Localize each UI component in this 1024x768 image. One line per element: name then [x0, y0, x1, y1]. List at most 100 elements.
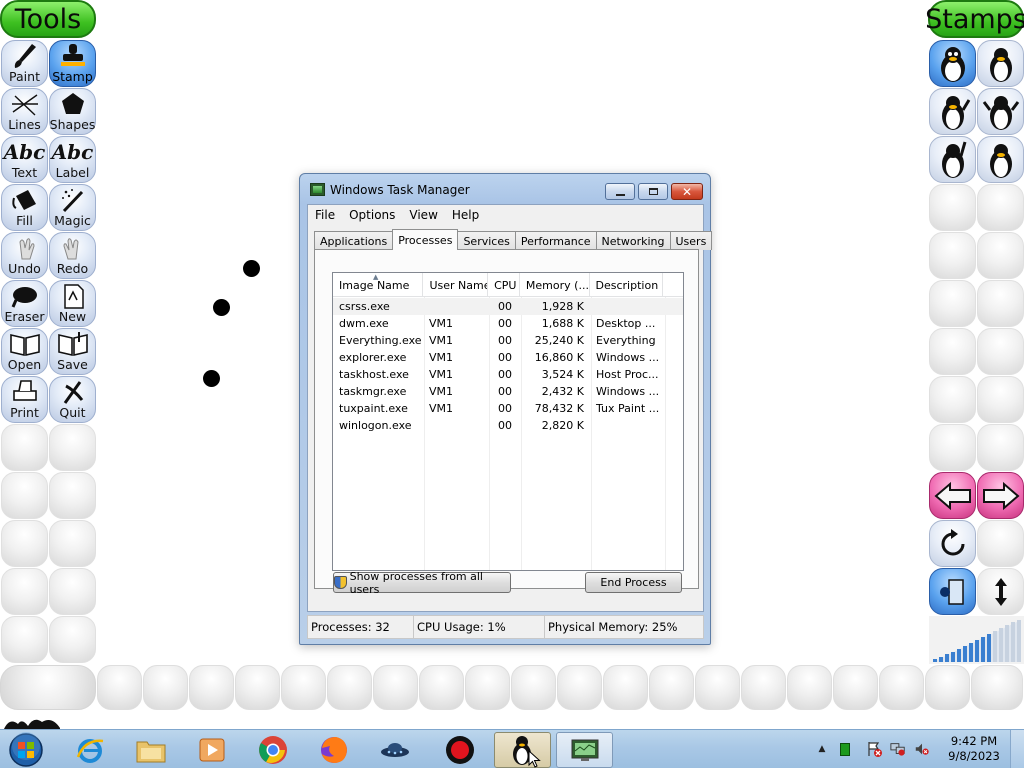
- stamp-next-button[interactable]: [977, 472, 1024, 519]
- maximize-button[interactable]: [638, 183, 668, 200]
- rotate-icon: [941, 528, 964, 555]
- taskbar-clock[interactable]: 9:42 PM 9/8/2023: [944, 734, 1004, 764]
- tool-fill-button[interactable]: Fill: [1, 184, 48, 231]
- column-header-user-name[interactable]: User Name: [423, 273, 489, 297]
- color-slot[interactable]: [695, 665, 740, 710]
- taskbar-task-manager[interactable]: [556, 732, 613, 768]
- tool-undo-button[interactable]: Undo: [1, 232, 48, 279]
- tool-new-button[interactable]: New: [49, 280, 96, 327]
- stamp-tux-5[interactable]: [929, 136, 976, 183]
- table-row[interactable]: taskmgr.exe VM1 00 2,432 K Windows ...: [333, 383, 683, 400]
- show-hidden-icons-button[interactable]: ▲: [814, 741, 830, 757]
- minimize-button[interactable]: [605, 183, 635, 200]
- taskbar-recorder[interactable]: [433, 732, 487, 768]
- tool-paint-button[interactable]: Paint: [1, 40, 48, 87]
- firefox-icon: [321, 737, 347, 763]
- tool-open-button[interactable]: Open: [1, 328, 48, 375]
- color-slot[interactable]: [879, 665, 924, 710]
- stamp-size-slider[interactable]: [929, 616, 1024, 664]
- taskbar-internet-explorer[interactable]: [63, 732, 117, 768]
- color-slot[interactable]: [189, 665, 234, 710]
- color-slot[interactable]: [787, 665, 832, 710]
- stamp-prev-button[interactable]: [929, 472, 976, 519]
- column-header-cpu[interactable]: CPU: [488, 273, 520, 297]
- column-header-image-name[interactable]: ▲ Image Name: [333, 273, 424, 297]
- tab-performance[interactable]: Performance: [514, 231, 597, 250]
- tab-services[interactable]: Services: [457, 231, 516, 250]
- tray-green-app[interactable]: [837, 741, 853, 757]
- tab-applications[interactable]: Applications: [314, 231, 394, 250]
- column-header-memory[interactable]: Memory (...: [520, 273, 590, 297]
- table-row[interactable]: dwm.exe VM1 00 1,688 K Desktop ...: [333, 315, 683, 332]
- stamp-tux-3[interactable]: [929, 88, 976, 135]
- tool-lines-button[interactable]: Lines: [1, 88, 48, 135]
- stamp-tux-1[interactable]: [929, 40, 976, 87]
- tool-magic-button[interactable]: Magic: [49, 184, 96, 231]
- taskbar-file-explorer[interactable]: [124, 732, 178, 768]
- taskbar-tuxpaint[interactable]: [494, 732, 551, 768]
- column-header-description[interactable]: Description: [590, 273, 664, 297]
- tool-label-button[interactable]: Abc Label: [49, 136, 96, 183]
- color-slot[interactable]: [741, 665, 786, 710]
- task-manager-icon: [310, 183, 325, 196]
- color-slot[interactable]: [327, 665, 372, 710]
- color-picker-wide-slot[interactable]: [0, 665, 96, 710]
- taskbar-firefox[interactable]: [307, 732, 361, 768]
- tool-shapes-button[interactable]: Shapes: [49, 88, 96, 135]
- tray-action-center[interactable]: [866, 741, 882, 757]
- color-slot[interactable]: [373, 665, 418, 710]
- tab-processes[interactable]: Processes: [392, 229, 459, 250]
- table-row[interactable]: csrss.exe 00 1,928 K: [333, 298, 683, 315]
- tool-redo-button[interactable]: Redo: [49, 232, 96, 279]
- color-slot[interactable]: [833, 665, 878, 710]
- color-slot[interactable]: [649, 665, 694, 710]
- menu-file[interactable]: File: [308, 208, 342, 222]
- menu-help[interactable]: Help: [445, 208, 486, 222]
- start-button[interactable]: [4, 731, 48, 768]
- color-slot[interactable]: [557, 665, 602, 710]
- stamp-flip-button[interactable]: [977, 568, 1024, 615]
- stamp-tux-6[interactable]: [977, 136, 1024, 183]
- table-row[interactable]: Everything.exe VM1 00 25,240 K Everythin…: [333, 332, 683, 349]
- taskbar-ufo-app[interactable]: [368, 732, 422, 768]
- show-desktop-button[interactable]: [1010, 730, 1024, 768]
- tray-volume[interactable]: [914, 741, 930, 757]
- table-row[interactable]: winlogon.exe 00 2,820 K: [333, 417, 683, 434]
- color-slot[interactable]: [281, 665, 326, 710]
- color-slot[interactable]: [97, 665, 142, 710]
- show-all-users-button[interactable]: Show processes from all users: [333, 570, 511, 596]
- color-slot[interactable]: [465, 665, 510, 710]
- tool-eraser-button[interactable]: Eraser: [1, 280, 48, 327]
- color-slot[interactable]: [419, 665, 464, 710]
- table-row[interactable]: tuxpaint.exe VM1 00 78,432 K Tux Paint .…: [333, 400, 683, 417]
- stamp-tux-2[interactable]: [977, 40, 1024, 87]
- color-slot[interactable]: [925, 665, 970, 710]
- tool-quit-button[interactable]: Quit: [49, 376, 96, 423]
- close-button[interactable]: ✕: [671, 183, 703, 200]
- tray-network[interactable]: [890, 741, 906, 757]
- color-slot[interactable]: [235, 665, 280, 710]
- color-slot[interactable]: [603, 665, 648, 710]
- tool-save-button[interactable]: Save: [49, 328, 96, 375]
- stamp-rotate-button[interactable]: [929, 520, 976, 567]
- process-list[interactable]: ▲ Image Name User Name CPU Memory (... D…: [332, 272, 684, 571]
- tab-networking[interactable]: Networking: [595, 231, 671, 250]
- tool-stamp-button[interactable]: Stamp: [49, 40, 96, 87]
- taskbar-media-player[interactable]: [185, 732, 239, 768]
- menu-view[interactable]: View: [402, 208, 444, 222]
- tux-helper-icon: [4, 719, 60, 729]
- table-row[interactable]: taskhost.exe VM1 00 3,524 K Host Proc...: [333, 366, 683, 383]
- tool-print-button[interactable]: Print: [1, 376, 48, 423]
- stamp-mirror-button[interactable]: [929, 568, 976, 615]
- menu-options[interactable]: Options: [342, 208, 402, 222]
- end-process-button[interactable]: End Process: [585, 572, 682, 593]
- color-slot[interactable]: [971, 665, 1023, 710]
- tab-users[interactable]: Users: [669, 231, 713, 250]
- taskbar-chrome[interactable]: [246, 732, 300, 768]
- stamp-tux-4[interactable]: [977, 88, 1024, 135]
- color-slot[interactable]: [511, 665, 556, 710]
- color-slot[interactable]: [143, 665, 188, 710]
- table-row[interactable]: explorer.exe VM1 00 16,860 K Windows ...: [333, 349, 683, 366]
- tool-text-button[interactable]: Abc Text: [1, 136, 48, 183]
- open-book-icon: [8, 329, 42, 358]
